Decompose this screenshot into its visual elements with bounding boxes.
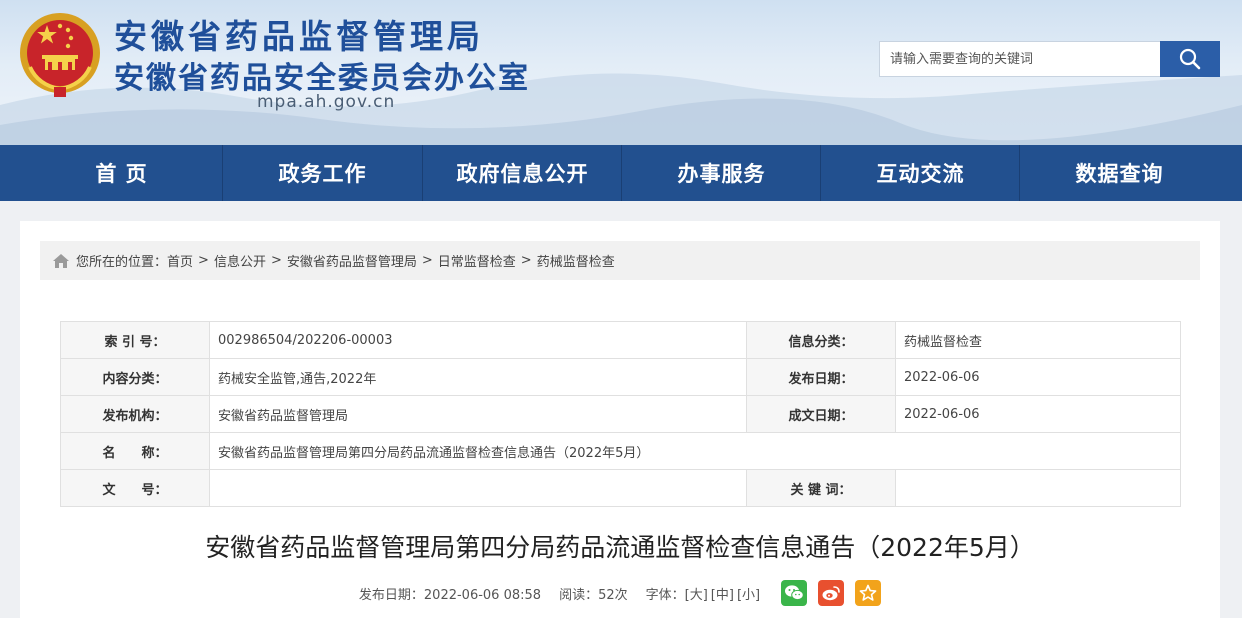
article-read-count: 阅读：52次 <box>559 587 628 603</box>
created-date-value: 2022-06-06 <box>895 395 1181 433</box>
content-category-value: 药械安全监管,通告,2022年 <box>209 358 747 396</box>
publisher-value: 安徽省药品监督管理局 <box>209 395 747 433</box>
table-row: 发布机构： 安徽省药品监督管理局 成文日期： 2022-06-06 <box>60 395 1181 433</box>
breadcrumb-prefix: 您所在的位置： <box>76 255 168 270</box>
search-button[interactable] <box>1160 41 1220 77</box>
publish-date-label: 发布日期： <box>746 358 896 396</box>
font-size-small-button[interactable]: [小] <box>737 584 760 603</box>
index-number-label: 索 引 号： <box>60 321 210 359</box>
document-name-label: 名 称： <box>60 432 210 470</box>
search-input[interactable] <box>879 41 1160 77</box>
table-row: 文 号： 关 键 词： <box>60 469 1181 507</box>
font-size-large-button[interactable]: [大] <box>685 584 708 603</box>
breadcrumb-home[interactable]: 首页 <box>167 251 193 270</box>
font-size-label: 字体： <box>645 587 685 603</box>
nav-item-information-disclosure[interactable]: 政府信息公开 <box>423 145 622 201</box>
content-category-label: 内容分类： <box>60 358 210 396</box>
nav-item-interaction[interactable]: 互动交流 <box>821 145 1020 201</box>
created-date-label: 成文日期： <box>746 395 896 433</box>
nav-item-data-query[interactable]: 数据查询 <box>1020 145 1219 201</box>
nav-item-government-affairs[interactable]: 政务工作 <box>223 145 422 201</box>
breadcrumb-separator: > <box>421 253 433 268</box>
site-subtitle: 安徽省药品安全委员会办公室 <box>114 61 530 96</box>
favorite-button[interactable] <box>855 580 882 606</box>
article-publish-date: 发布日期：2022-06-06 08:58 <box>358 587 542 603</box>
breadcrumb-daily-inspection[interactable]: 日常监督检查 <box>438 251 516 270</box>
font-size-medium-button[interactable]: [中] <box>711 584 734 603</box>
article-meta: 发布日期：2022-06-06 08:58 阅读：52次 字体： [大] [中]… <box>20 578 1220 608</box>
document-number-label: 文 号： <box>60 469 210 507</box>
keywords-value <box>895 469 1181 507</box>
document-info-table: 索 引 号： 002986504/202206-00003 信息分类： 药械监督… <box>60 321 1181 507</box>
site-header: 安徽省药品监督管理局 安徽省药品安全委员会办公室 mpa.ah.gov.cn <box>0 0 1242 145</box>
weibo-icon <box>822 586 840 601</box>
main-nav: 首 页 政务工作 政府信息公开 办事服务 互动交流 数据查询 <box>0 145 1242 201</box>
search-icon <box>1179 48 1201 70</box>
table-row: 内容分类： 药械安全监管,通告,2022年 发布日期： 2022-06-06 <box>60 358 1181 396</box>
breadcrumb: 您所在的位置： 首页 > 信息公开 > 安徽省药品监督管理局 > 日常监督检查 … <box>40 241 1200 280</box>
breadcrumb-separator: > <box>198 253 209 268</box>
info-category-label: 信息分类： <box>746 321 896 359</box>
share-weibo-button[interactable] <box>818 580 845 606</box>
breadcrumb-separator: > <box>520 253 532 268</box>
publish-date-value: 2022-06-06 <box>895 358 1181 396</box>
article-title: 安徽省药品监督管理局第四分局药品流通监督检查信息通告（2022年5月） <box>205 533 1035 562</box>
table-row: 名 称： 安徽省药品监督管理局第四分局药品流通监督检查信息通告（2022年5月） <box>60 432 1181 470</box>
index-number-value: 002986504/202206-00003 <box>209 321 747 359</box>
share-wechat-button[interactable] <box>781 580 808 606</box>
site-domain: mpa.ah.gov.cn <box>257 92 396 112</box>
home-icon <box>52 253 70 269</box>
star-icon <box>859 584 877 601</box>
nav-item-home[interactable]: 首 页 <box>22 145 221 201</box>
site-title: 安徽省药品监督管理局 <box>114 17 484 56</box>
national-emblem-icon <box>20 13 100 97</box>
document-name-value: 安徽省药品监督管理局第四分局药品流通监督检查信息通告（2022年5月） <box>209 432 1181 470</box>
info-category-value: 药械监督检查 <box>895 321 1181 359</box>
breadcrumb-info-public[interactable]: 信息公开 <box>214 251 266 270</box>
document-number-value <box>209 469 747 507</box>
table-row: 索 引 号： 002986504/202206-00003 信息分类： 药械监督… <box>60 321 1181 359</box>
keywords-label: 关 键 词： <box>746 469 896 507</box>
breadcrumb-drug-device-inspection[interactable]: 药械监督检查 <box>537 251 615 270</box>
nav-item-services[interactable]: 办事服务 <box>622 145 821 201</box>
breadcrumb-separator: > <box>270 253 282 268</box>
breadcrumb-bureau[interactable]: 安徽省药品监督管理局 <box>287 251 417 270</box>
wechat-icon <box>785 585 804 601</box>
publisher-label: 发布机构： <box>60 395 210 433</box>
